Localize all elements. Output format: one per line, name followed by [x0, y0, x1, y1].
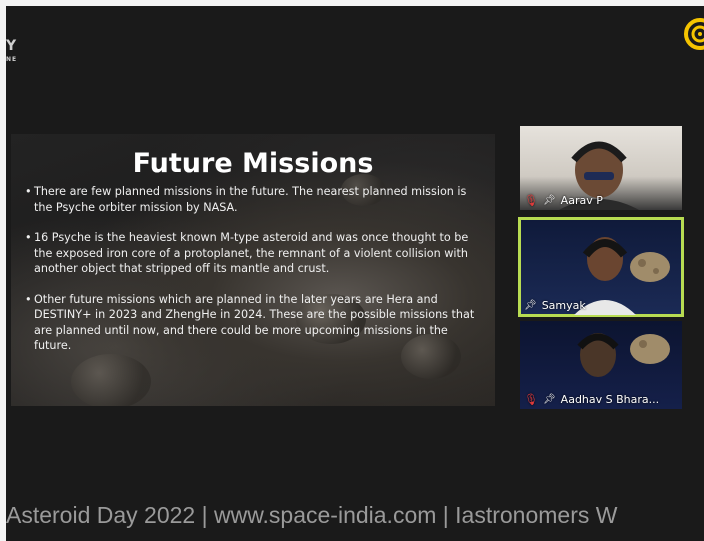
shared-screen-slide: Future Missions There are few planned mi…: [11, 134, 495, 406]
participant-name: Samyak: [541, 299, 586, 312]
participant-video: [577, 333, 619, 377]
participant-label: 🎙︎ 📌︎ Aadhav S Bhara...: [524, 393, 659, 406]
muted-mic-icon: 🎙︎: [524, 194, 538, 207]
muted-mic-icon: 🎙︎: [524, 393, 538, 406]
participant-name: Aarav P: [560, 194, 603, 207]
slide-bullet: There are few planned missions in the fu…: [25, 184, 487, 215]
slide-title: Future Missions: [132, 148, 374, 179]
participant-label: 🎙︎ 📌︎ Aarav P: [524, 194, 603, 207]
slide-bullet: Other future missions which are planned …: [25, 292, 487, 354]
participant-tile[interactable]: 🎙︎ 📌︎ Aadhav S Bhara...: [520, 321, 682, 409]
participant-name: Aadhav S Bhara...: [560, 393, 660, 406]
pin-icon: 📌︎: [542, 195, 556, 206]
slide-bullet: 16 Psyche is the heaviest known M-type a…: [25, 230, 487, 277]
partial-logo-left: Y NE: [6, 38, 18, 63]
event-ticker: Asteroid Day 2022 | www.space-india.com …: [6, 502, 618, 528]
asteroid-background-decoration: [630, 334, 670, 364]
participant-tile[interactable]: 🎙︎ 📌︎ Aarav P: [520, 126, 682, 210]
pin-icon: 📌︎: [542, 394, 556, 405]
asteroid-background-decoration: [630, 252, 670, 282]
slide-bullets: There are few planned missions in the fu…: [25, 184, 487, 369]
logo-icon: [684, 18, 704, 50]
pin-icon: 📌︎: [524, 300, 537, 311]
meeting-stage: YNE Future Missions There are few planne…: [6, 6, 704, 541]
participant-label: 📌︎ Samyak: [524, 299, 586, 312]
participant-tile-active[interactable]: 📌︎ Samyak: [518, 217, 684, 317]
